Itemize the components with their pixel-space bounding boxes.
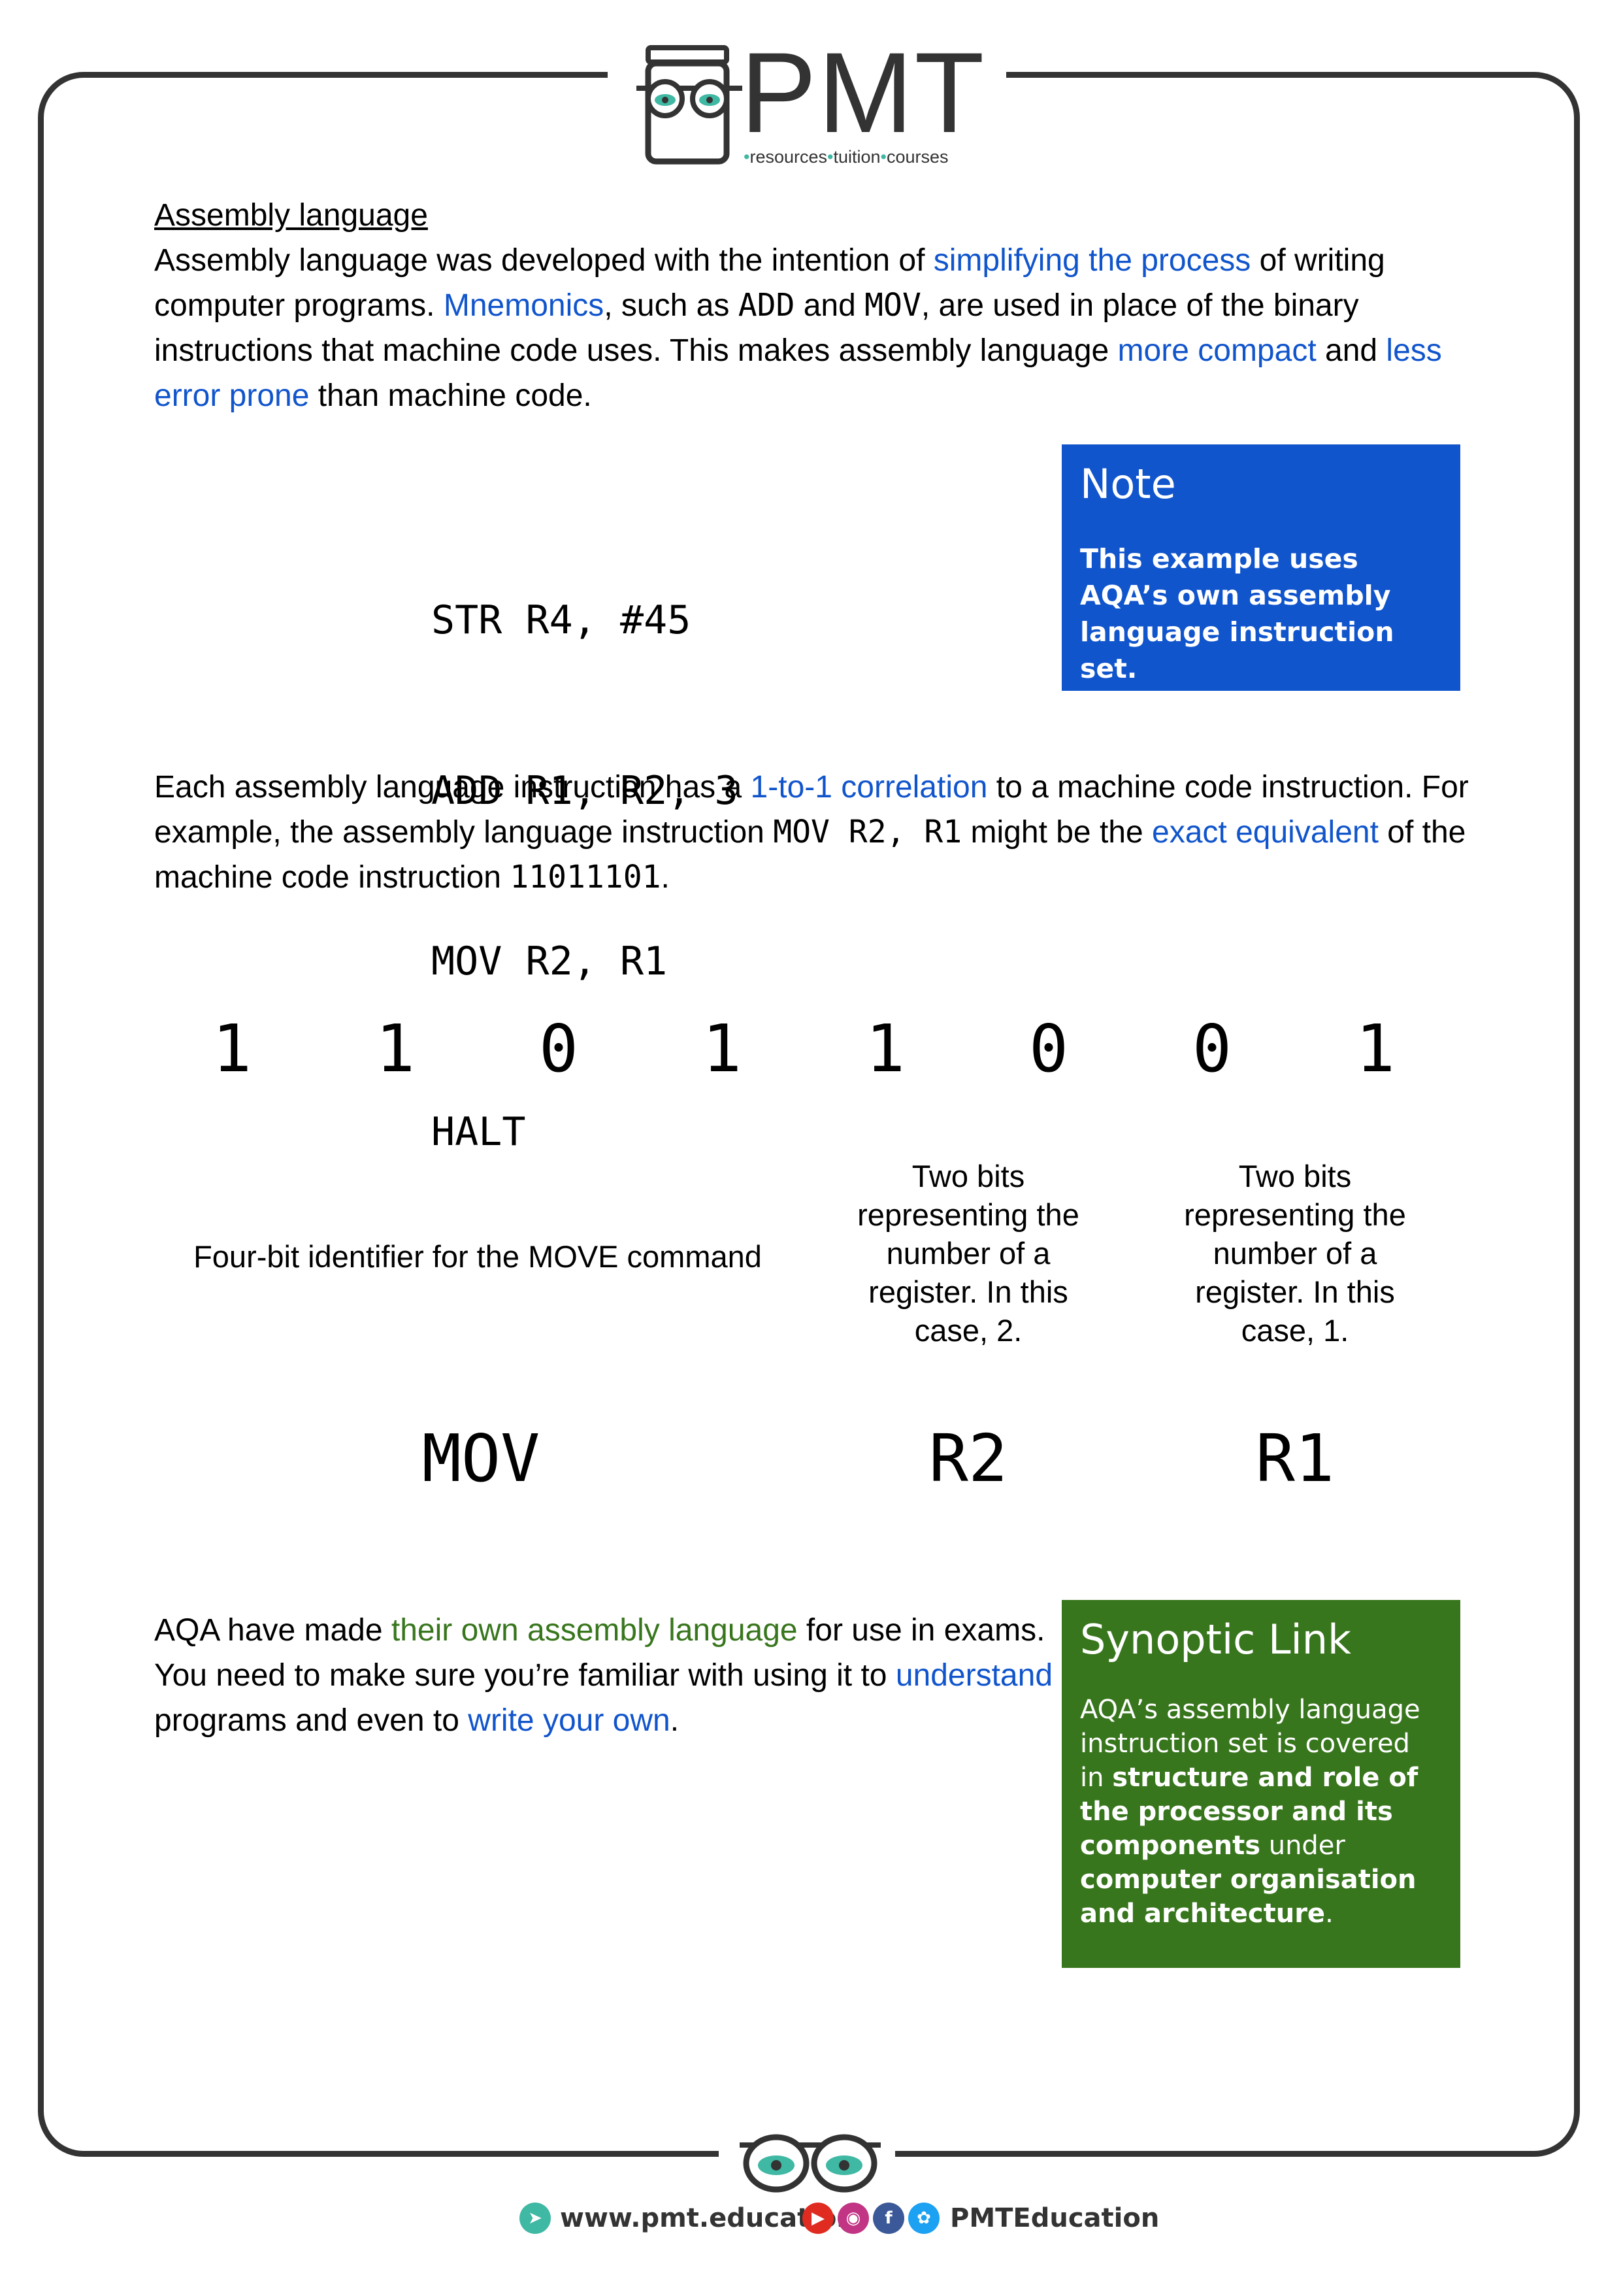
synoptic-text: under [1260, 1831, 1345, 1861]
logo-wordmark: PMT [740, 29, 986, 157]
correlation-paragraph: Each assembly language instruction has a… [154, 765, 1513, 900]
footer: ➤ www.pmt.education ▶ ◉ f ✿ PMTEducation [0, 2203, 1623, 2242]
glasses-icon [740, 2134, 881, 2193]
twitter-icon[interactable]: ✿ [908, 2203, 940, 2234]
inline-code-mov: MOV [864, 287, 921, 324]
highlight-correlation: 1-to-1 correlation [750, 770, 988, 805]
aqa-paragraph: AQA have made their own assembly languag… [154, 1608, 1069, 1743]
field-r2: R2 [928, 1420, 1008, 1497]
bit: 0 [538, 1010, 579, 1087]
synoptic-title: Synoptic Link [1080, 1616, 1351, 1663]
intro-paragraph: Assembly language was developed with the… [154, 238, 1500, 418]
tagline-resources: resources [749, 147, 827, 167]
intro-text: and [795, 288, 865, 323]
highlight-write-your-own: write your own [468, 1703, 670, 1738]
field-r1: R1 [1255, 1420, 1335, 1497]
bit: 1 [865, 1010, 906, 1087]
intro-text: , such as [604, 288, 738, 323]
correlation-text: Each assembly language instruction has a [154, 770, 751, 805]
inline-code-binary: 11011101 [510, 859, 661, 895]
caption-register-b: Two bits representing the number of a re… [1184, 1159, 1406, 1348]
synoptic-body: AQA’s assembly language instruction set … [1080, 1693, 1442, 1931]
highlight-compact: more compact [1117, 333, 1317, 368]
tagline-separator: • [880, 147, 887, 167]
note-body: This example uses AQA’s own assembly lan… [1080, 543, 1394, 684]
logo-tagline: •resources•tuition•courses [744, 147, 949, 167]
highlight-simplifying: simplifying the process [933, 243, 1251, 278]
pmt-logo: PMT •resources•tuition•courses [634, 36, 1000, 173]
social-handle[interactable]: PMTEducation [950, 2203, 1159, 2233]
footer-social: ▶ ◉ f ✿ PMTEducation [802, 2203, 1159, 2234]
note-title: Note [1080, 460, 1176, 508]
highlight-understand: understand [895, 1658, 1053, 1693]
highlight-own-language: their own assembly language [391, 1613, 798, 1648]
bit: 1 [1355, 1010, 1396, 1087]
tagline-tuition: tuition [833, 147, 881, 167]
field-mov: MOV [421, 1420, 540, 1497]
bit: 0 [1192, 1010, 1232, 1087]
bit: 0 [1028, 1010, 1069, 1087]
correlation-text: . [661, 860, 670, 895]
binary-bits-row: 1 1 0 1 1 0 0 1 [0, 1016, 1623, 1088]
instagram-icon[interactable]: ◉ [838, 2203, 869, 2234]
aqa-text: programs and even to [154, 1703, 468, 1738]
highlight-exact-equivalent: exact equivalent [1152, 815, 1379, 850]
section-heading: Assembly language [154, 198, 428, 233]
intro-text: Assembly language was developed with the… [154, 243, 934, 278]
intro-text: than machine code. [309, 378, 592, 413]
synoptic-topic: structure and role of the processor and … [1080, 1763, 1418, 1861]
synoptic-link-callout: Synoptic Link AQA’s assembly language in… [1062, 1600, 1460, 1968]
code-line: HALT [431, 1109, 526, 1155]
code-line: STR R4, #45 [431, 597, 691, 643]
code-line: MOV R2, R1 [431, 939, 668, 984]
bit: 1 [212, 1010, 252, 1087]
tagline-courses: courses [886, 147, 949, 167]
intro-text: and [1316, 333, 1386, 368]
synoptic-section: computer organisation and architecture [1080, 1865, 1417, 1929]
correlation-text: might be the [962, 815, 1153, 850]
facebook-icon[interactable]: f [873, 2203, 904, 2234]
caption-opcode: Four-bit identifier for the MOVE command [193, 1239, 762, 1274]
bit: 1 [702, 1010, 742, 1087]
inline-code-add: ADD [738, 287, 795, 324]
caption-register-a: Two bits representing the number of a re… [857, 1159, 1079, 1348]
book-glasses-icon [636, 45, 742, 165]
aqa-text: . [670, 1703, 680, 1738]
highlight-mnemonics: Mnemonics [443, 288, 604, 323]
note-callout: Note This example uses AQA’s own assembl… [1062, 444, 1460, 691]
youtube-icon[interactable]: ▶ [802, 2203, 834, 2234]
inline-code-mov-r2-r1: MOV R2, R1 [773, 814, 962, 850]
synoptic-text: . [1325, 1899, 1334, 1929]
aqa-text: AQA have made [154, 1613, 391, 1648]
bit: 1 [375, 1010, 416, 1087]
cursor-icon: ➤ [519, 2203, 551, 2234]
